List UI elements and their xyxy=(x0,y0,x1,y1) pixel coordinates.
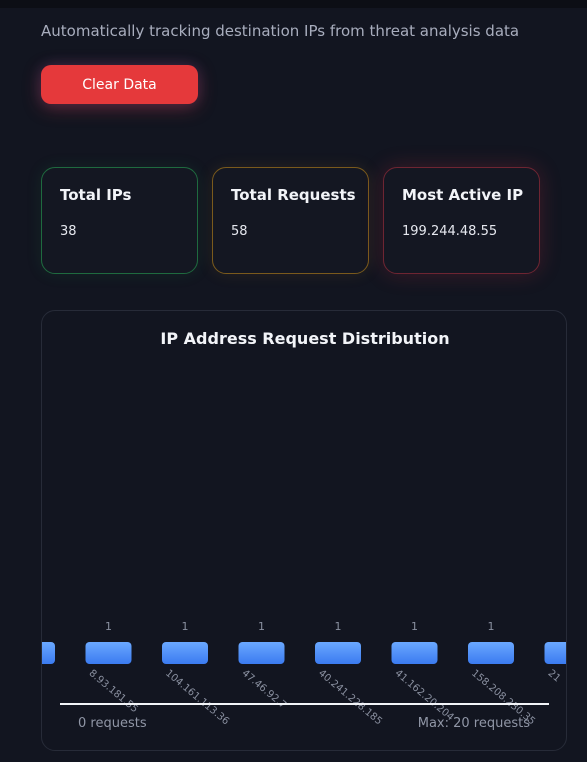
stat-card-most-active-ip: Most Active IP 199.244.48.55 xyxy=(383,167,540,274)
x-tick-label: 21 xyxy=(546,668,563,685)
stat-card-total-ips: Total IPs 38 xyxy=(41,167,198,274)
x-tick-label: 41.162.20.204 xyxy=(393,668,456,723)
chart-panel: IP Address Request Distribution 83.118.9… xyxy=(41,310,567,751)
chart-bar[interactable] xyxy=(391,642,438,664)
stat-value: 58 xyxy=(231,224,248,239)
axis-min-label: 0 requests xyxy=(78,716,147,731)
stat-value: 38 xyxy=(60,224,77,239)
stat-label: Most Active IP xyxy=(402,186,524,204)
clear-data-button[interactable]: Clear Data xyxy=(41,65,198,104)
stat-label: Total IPs xyxy=(60,186,132,204)
bar-value-label: 1 xyxy=(411,620,418,633)
bar-value-label: 1 xyxy=(258,620,265,633)
page-subtitle: Automatically tracking destination IPs f… xyxy=(41,22,520,40)
bar-value-label: 1 xyxy=(182,620,189,633)
chart-bar[interactable] xyxy=(544,642,568,664)
chart-bar[interactable] xyxy=(42,642,55,664)
bar-value-label: 1 xyxy=(105,620,112,633)
bar-value-label: 1 xyxy=(335,620,342,633)
axis-max-label: Max: 20 requests xyxy=(417,716,530,731)
stat-card-total-requests: Total Requests 58 xyxy=(212,167,369,274)
stat-value: 199.244.48.55 xyxy=(402,224,498,239)
top-strip xyxy=(0,0,587,8)
chart-bar[interactable] xyxy=(315,642,361,664)
stat-label: Total Requests xyxy=(231,186,356,204)
bar-value-label: 1 xyxy=(488,620,495,633)
x-tick-label: 40.241.228.185 xyxy=(316,668,384,728)
chart-bar[interactable] xyxy=(162,642,208,664)
bar-chart: 83.118.93.181.551104.161.113.36147.46.92… xyxy=(42,620,568,728)
chart-bar[interactable] xyxy=(468,642,514,664)
chart-bar[interactable] xyxy=(238,642,285,664)
x-tick-label: 104.161.113.36 xyxy=(163,668,231,728)
chart-bar[interactable] xyxy=(85,642,132,664)
x-tick-label: 8.93.181.55 xyxy=(87,668,140,715)
